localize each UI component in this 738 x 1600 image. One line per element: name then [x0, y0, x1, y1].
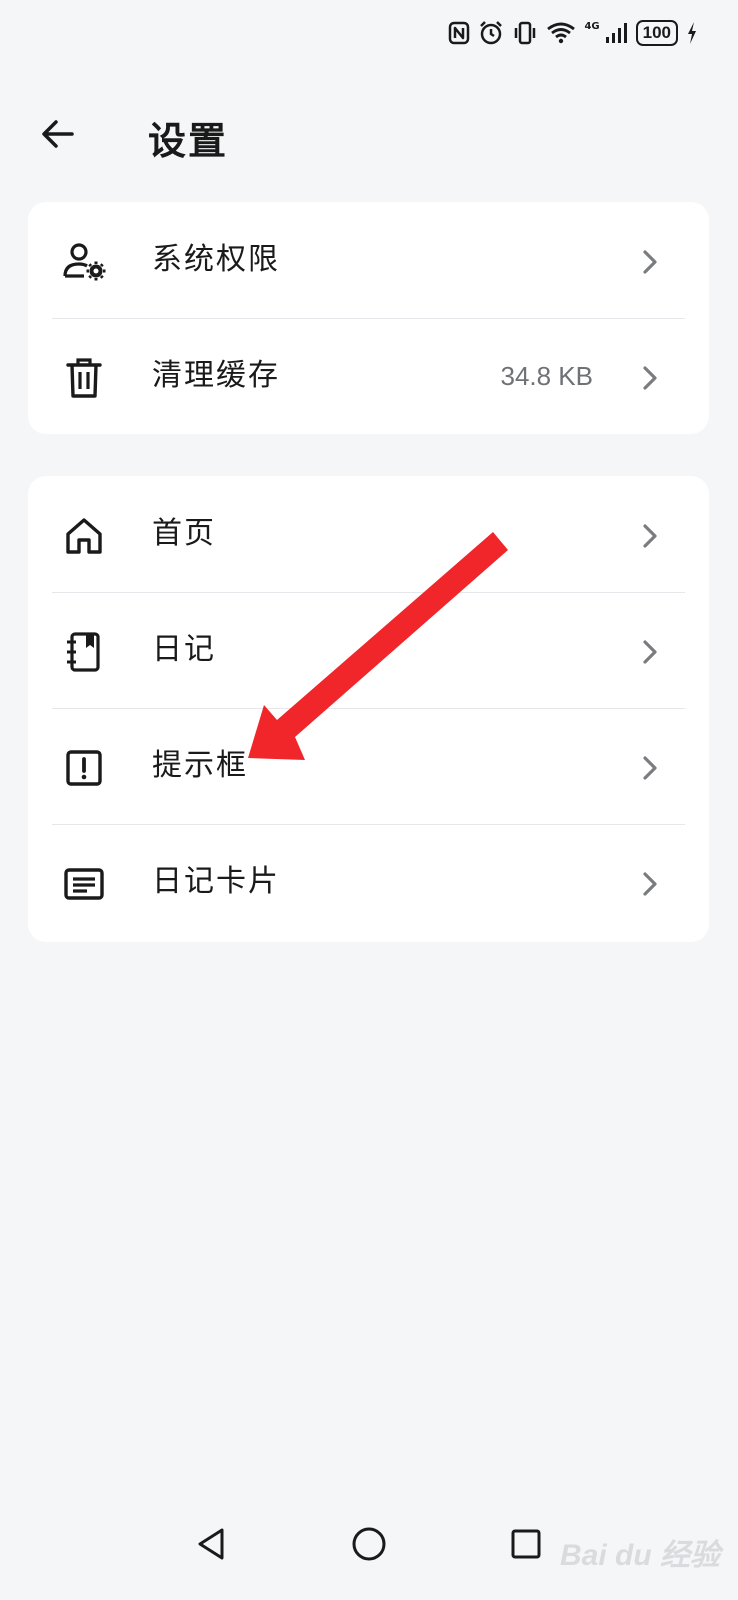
network-type-label: 4G [584, 21, 600, 32]
trash-icon [62, 356, 106, 400]
page-title: 设置 [148, 119, 229, 163]
user-settings-icon [62, 240, 106, 284]
notebook-icon [62, 630, 106, 674]
nav-recents-button[interactable] [502, 1522, 550, 1570]
alert-box-icon [62, 746, 106, 790]
triangle-back-icon [194, 1526, 230, 1566]
watermark: Bai du 经验 [559, 1539, 720, 1572]
cellular-signal-icon [604, 21, 628, 45]
chevron-right-icon [635, 244, 665, 280]
system-settings-card: 系统权限 清理缓存 34.8 KB [28, 202, 709, 434]
status-icons: 4G 100 [448, 20, 698, 46]
circle-home-icon [351, 1526, 387, 1566]
nav-back-button[interactable] [188, 1522, 236, 1570]
row-label: 提示框 [152, 748, 248, 783]
square-recents-icon [508, 1526, 544, 1566]
battery-indicator: 100 [635, 20, 678, 46]
chevron-right-icon [635, 360, 665, 396]
row-label: 清理缓存 [152, 358, 280, 393]
nav-home-button[interactable] [345, 1522, 393, 1570]
chevron-right-icon [635, 634, 665, 670]
chevron-right-icon [635, 866, 665, 902]
clear-cache-item[interactable]: 清理缓存 34.8 KB [28, 318, 709, 434]
home-item[interactable]: 首页 [28, 476, 709, 592]
home-icon [62, 514, 106, 558]
row-label: 日记卡片 [152, 864, 280, 899]
vibrate-icon [512, 20, 538, 46]
feature-settings-card: 首页 日记 提示框 日记卡片 [28, 476, 709, 942]
header: 设置 [0, 100, 738, 172]
diary-card-item[interactable]: 日记卡片 [28, 824, 709, 940]
row-label: 日记 [152, 632, 216, 667]
alert-box-item[interactable]: 提示框 [28, 708, 709, 824]
row-label: 首页 [152, 516, 216, 551]
card-icon [62, 862, 106, 906]
arrow-left-icon [40, 116, 76, 156]
alarm-icon [478, 20, 504, 46]
row-label: 系统权限 [152, 242, 280, 277]
system-permissions-item[interactable]: 系统权限 [28, 202, 709, 318]
charging-icon [686, 21, 698, 45]
wifi-icon [546, 21, 576, 45]
back-button[interactable] [36, 114, 80, 158]
nfc-icon [448, 21, 470, 45]
cache-size-value: 34.8 KB [500, 361, 593, 391]
status-bar: 4G 100 [0, 0, 738, 72]
chevron-right-icon [635, 518, 665, 554]
chevron-right-icon [635, 750, 665, 786]
diary-item[interactable]: 日记 [28, 592, 709, 708]
